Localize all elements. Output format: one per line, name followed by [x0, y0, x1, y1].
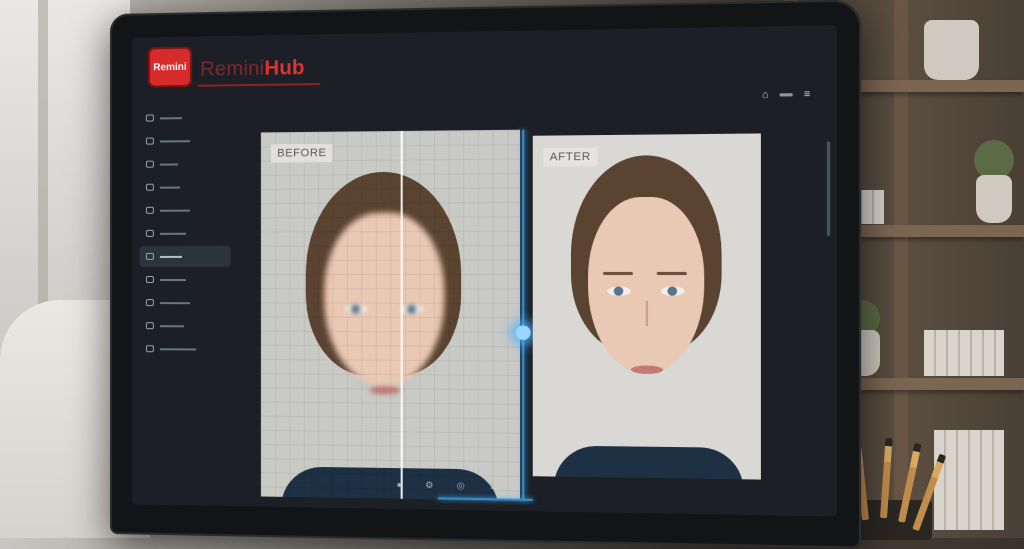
books — [924, 330, 1004, 376]
menu-icon[interactable]: ≡ — [804, 89, 810, 101]
sidebar-item[interactable] — [140, 106, 231, 128]
square-icon — [145, 206, 154, 214]
pixelation-overlay — [260, 129, 521, 501]
app-header: Remini ReminiHub ⌂ ≡ — [132, 25, 837, 108]
mouth — [630, 365, 664, 374]
compare-divider[interactable] — [522, 129, 525, 501]
brow — [602, 271, 633, 276]
square-icon — [145, 322, 154, 330]
logo-text: Remini — [153, 61, 187, 73]
sidebar-item-label — [159, 162, 178, 166]
sidebar-item-label — [159, 232, 187, 235]
brand-name: ReminiHub — [200, 57, 305, 82]
brand-part1: Remini — [200, 57, 265, 81]
scrollbar[interactable] — [826, 141, 831, 237]
square-icon — [145, 345, 154, 353]
sidebar-item[interactable] — [140, 130, 231, 152]
bottom-toolbar: ● ⚙ ◎ ⇪ — [396, 479, 495, 492]
plant — [974, 140, 1014, 180]
square-icon — [145, 183, 154, 191]
brow — [656, 271, 687, 276]
header-actions: ⌂ ≡ — [762, 89, 810, 101]
square-icon — [145, 276, 154, 284]
sidebar-item[interactable] — [140, 338, 231, 360]
square-icon — [145, 114, 154, 122]
sidebar-item-label — [159, 139, 191, 143]
eye — [660, 286, 685, 296]
gear-icon[interactable]: ⚙ — [425, 480, 433, 491]
sidebar-item-label — [159, 116, 182, 119]
iris — [613, 286, 624, 296]
before-after-compare: BEFORE AFTER — [260, 127, 801, 516]
books — [934, 430, 1004, 530]
home-icon[interactable]: ⌂ — [762, 89, 769, 101]
sidebar-item[interactable] — [140, 292, 231, 313]
sidebar-item-label — [159, 301, 191, 304]
square-icon — [145, 299, 154, 307]
sidebar-item[interactable] — [140, 153, 231, 175]
apple-icon[interactable]: ● — [396, 479, 402, 490]
face — [588, 196, 705, 375]
app-logo[interactable]: Remini — [147, 46, 193, 88]
shirt — [553, 445, 744, 480]
sidebar-item[interactable] — [140, 269, 231, 290]
vase — [976, 175, 1012, 223]
monitor: Remini ReminiHub ⌂ ≡ BEFORE AFTER ● ⚙ ◎ … — [110, 0, 862, 549]
sidebar-item-label — [159, 347, 197, 350]
sidebar-item[interactable] — [140, 315, 231, 336]
vase — [924, 20, 979, 80]
after-label: AFTER — [543, 147, 598, 167]
sidebar-item[interactable] — [140, 223, 231, 244]
sidebar-item-label — [159, 278, 187, 281]
square-icon — [145, 160, 154, 168]
before-panel: BEFORE — [260, 129, 521, 501]
brand-part2: Hub — [264, 56, 305, 80]
window-frame — [38, 0, 48, 330]
account-icon[interactable] — [779, 93, 793, 97]
before-slider-line[interactable] — [400, 130, 403, 499]
compare-slider-handle[interactable] — [515, 325, 531, 341]
square-icon — [145, 252, 154, 260]
sidebar — [139, 106, 231, 506]
iris — [667, 286, 678, 296]
sidebar-item-label — [159, 324, 185, 327]
upload-icon[interactable]: ⇪ — [488, 481, 496, 492]
eye — [607, 286, 631, 296]
sidebar-item-label — [159, 255, 182, 258]
sidebar-item-label — [159, 209, 191, 212]
sidebar-item[interactable] — [140, 199, 231, 221]
sidebar-item-active[interactable] — [139, 245, 231, 267]
app-screen: Remini ReminiHub ⌂ ≡ BEFORE AFTER ● ⚙ ◎ … — [131, 25, 837, 517]
nose — [635, 301, 649, 327]
before-label: BEFORE — [271, 143, 333, 163]
square-icon — [145, 137, 154, 145]
brand-underline — [198, 83, 321, 87]
sidebar-item[interactable] — [140, 176, 231, 198]
sidebar-item-label — [159, 186, 180, 189]
square-icon — [145, 229, 154, 237]
after-panel: AFTER — [532, 133, 761, 480]
circle-icon[interactable]: ◎ — [456, 480, 464, 491]
